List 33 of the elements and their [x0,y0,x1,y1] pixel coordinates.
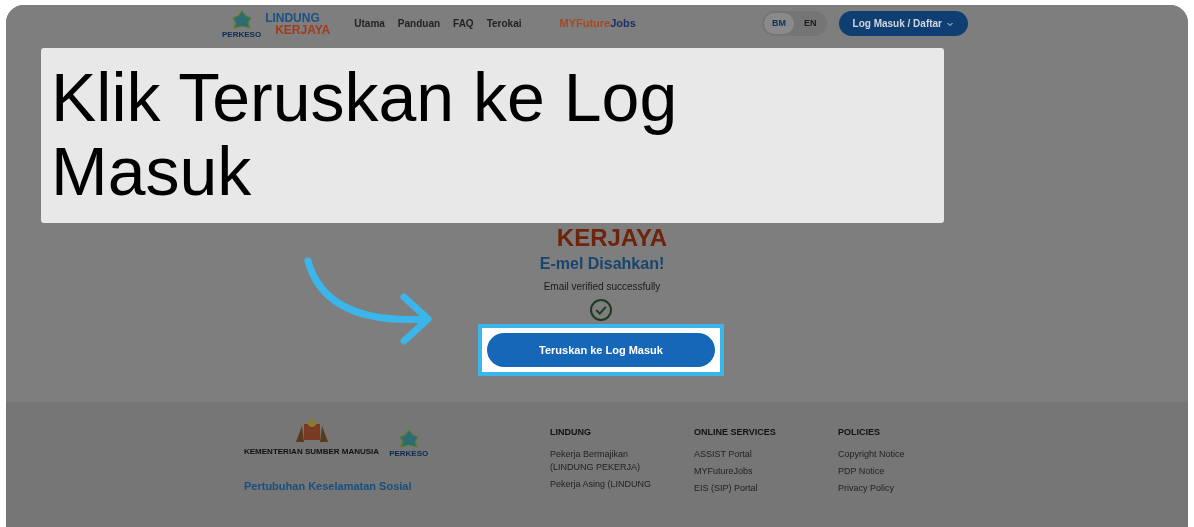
logo-caption: PERKESO [389,450,429,458]
agency-emblem-icon [397,428,420,450]
footer-heading: LINDUNG [550,426,592,439]
logo-caption: PERKESO [222,30,262,39]
caption-text: Klik Teruskan ke Log Masuk [51,60,679,208]
organization-name: Pertubuhan Keselamatan Sosial [244,479,413,494]
language-button[interactable]: BM [764,12,794,35]
footer-link[interactable]: EIS (SIP) Portal [694,481,802,495]
footer-link[interactable]: ASSIST Portal [694,447,802,461]
nav-link[interactable]: FAQ [453,16,474,31]
login-button[interactable]: Log Masuk / Daftar [838,11,968,36]
footer-link[interactable]: PDP Notice [838,464,946,478]
nav-link[interactable]: Terokai [486,16,522,31]
check-circle-icon [589,298,613,322]
hero-logo-text: KERJAYA [556,226,668,250]
verified-message: Email verified successfully [543,280,661,294]
agency-emblem-icon [230,8,253,31]
language-button[interactable]: EN [796,12,825,35]
footer-link[interactable]: Privacy Policy [838,481,946,495]
footer-heading: POLICIES [838,426,881,439]
footer-link[interactable]: Copyright Notice [838,447,946,461]
logo-text: LINDUNG [265,11,321,24]
logo-text: KERJAYA [274,23,331,36]
nav-link[interactable]: Panduan [397,16,441,31]
verified-heading: E-mel Disahkan! [539,254,665,274]
partner-logo[interactable]: MYFutureJobs [559,15,636,32]
nav-link[interactable]: Utama [354,16,385,31]
footer-link[interactable]: Pekerja Asing (LINDUNG [550,477,658,491]
footer-link[interactable]: MYFutureJobs [694,464,802,478]
continue-button[interactable]: Teruskan ke Log Masuk [487,333,715,367]
footer-link[interactable]: Pekerja Bermajikan (LINDUNG PEKERJA) [550,447,658,474]
ministry-caption: KEMENTERIAN SUMBER MANUSIA [244,446,380,458]
footer-heading: ONLINE SERVICES [694,426,777,439]
